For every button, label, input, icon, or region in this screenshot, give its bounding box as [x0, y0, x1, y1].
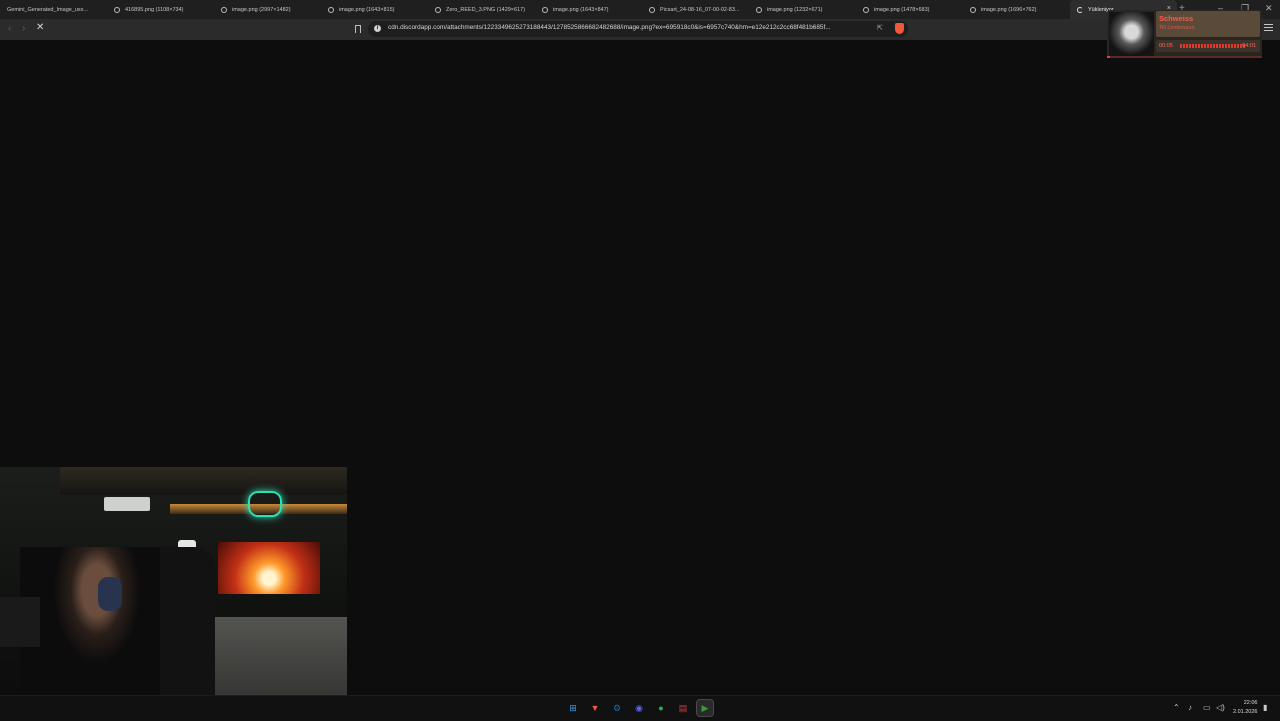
windows-start-icon[interactable]: ⊞ [565, 700, 581, 716]
site-info-icon[interactable]: i [374, 25, 381, 32]
elapsed-time: 00:05 [1159, 43, 1173, 49]
network-tray-icon[interactable]: ▭ [1203, 703, 1211, 712]
forward-button[interactable]: › [22, 23, 25, 34]
discord-icon[interactable]: ◉ [631, 700, 647, 716]
browser-toolbar: ‹ › ✕ i cdn.discordapp.com/attachments/1… [0, 19, 1280, 40]
bookmark-icon[interactable] [355, 25, 361, 33]
tab-title: image.png (1478×683) [874, 6, 930, 13]
browser-tab[interactable]: Gemini_Generated_Image_usx... [0, 0, 107, 19]
track-timeline[interactable]: 00:05 04:01 [1156, 40, 1260, 52]
globe-icon [649, 6, 655, 13]
globe-icon [970, 6, 976, 13]
track-title: Schweiss [1159, 14, 1194, 23]
tab-title: 416895.png (1108×734) [125, 6, 184, 13]
clock-date: 2.01.2026 [1233, 709, 1258, 715]
webcam-overlay [0, 467, 347, 720]
tab-title: image.png (1643×815) [339, 6, 395, 13]
browser-tab[interactable]: image.png (1643×815) [321, 0, 428, 19]
tab-title: image.png (1696×762) [981, 6, 1037, 13]
browser-tab[interactable]: Zero_REED_3.PNG (1429×617) [428, 0, 535, 19]
browser-tab[interactable]: image.png (1643×847) [535, 0, 642, 19]
close-window-button[interactable]: ✕ [1265, 3, 1273, 14]
browser-tab[interactable]: 416895.png (1108×734) [107, 0, 214, 19]
cam-neon-logo [248, 491, 282, 517]
stop-loading-button[interactable]: ✕ [36, 22, 44, 33]
globe-icon [756, 6, 762, 13]
address-bar[interactable]: i cdn.discordapp.com/attachments/1223349… [368, 21, 908, 37]
media-player-icon[interactable]: ▶ [696, 699, 714, 717]
tab-title: image.png (1643×847) [553, 6, 609, 13]
globe-icon [328, 6, 334, 13]
steam-icon[interactable]: ⚙ [609, 700, 625, 716]
playback-progress[interactable] [1107, 56, 1262, 58]
cam-room-ceiling [60, 467, 347, 495]
cam-headset [98, 577, 122, 611]
notification-icon[interactable]: ▮ [1263, 703, 1267, 712]
globe-icon [863, 6, 869, 13]
taskbar: ⊞ ▼ ⚙ ◉ ● ▤ ▶ ⌃ ♪ ▭ ◁) 22:06 2.01.2026 ▮ [0, 695, 1280, 721]
cam-microphone [0, 597, 40, 647]
system-clock[interactable]: 22:06 2.01.2026 [1233, 699, 1257, 717]
tab-title: Zero_REED_3.PNG (1429×617) [446, 6, 526, 13]
back-button[interactable]: ‹ [8, 23, 11, 34]
browser-tab[interactable]: image.png (1696×762) [963, 0, 1070, 19]
now-playing-widget[interactable]: Schweiss Till Lindemann 00:05 04:01 [1107, 10, 1262, 58]
browser-tab[interactable]: image.png (2997×1482) [214, 0, 321, 19]
tray-overflow-icon[interactable]: ⌃ [1173, 703, 1180, 712]
brave-browser-icon[interactable]: ▼ [587, 700, 603, 716]
brave-shields-icon[interactable] [895, 23, 904, 34]
volume-tray-icon[interactable]: ◁) [1216, 703, 1225, 712]
total-time: 04:01 [1242, 43, 1256, 49]
globe-icon [221, 6, 227, 13]
browser-tab[interactable]: Picsart_24-08-16_07-00-02-83... [642, 0, 749, 19]
tab-title: image.png (2997×1482) [232, 6, 291, 13]
tab-strip: Gemini_Generated_Image_usx... 416895.png… [0, 0, 1280, 19]
globe-icon [435, 6, 441, 13]
calendar-app-icon[interactable]: ▤ [675, 700, 691, 716]
clock-time: 22:06 [1243, 700, 1258, 706]
tab-title: image.png (1232×671) [767, 6, 823, 13]
share-icon[interactable]: ⇱ [877, 24, 883, 32]
track-artist: Till Lindemann [1159, 25, 1195, 31]
globe-icon [114, 6, 120, 13]
cam-tv-fireplace [218, 542, 320, 594]
tab-title: Picsart_24-08-16_07-00-02-83... [660, 6, 740, 13]
taskbar-apps: ⊞ ▼ ⚙ ◉ ● ▤ ▶ [565, 699, 714, 717]
cam-air-conditioner [104, 497, 150, 511]
album-art [1109, 12, 1154, 56]
microphone-tray-icon[interactable]: ♪ [1188, 703, 1192, 712]
loading-spinner-icon [1077, 6, 1083, 13]
url-text[interactable]: cdn.discordapp.com/attachments/122334962… [388, 24, 868, 31]
globe-icon [542, 6, 548, 13]
track-info: Schweiss Till Lindemann [1156, 11, 1260, 37]
browser-tab[interactable]: image.png (1232×671) [749, 0, 856, 19]
menu-icon[interactable] [1264, 24, 1273, 33]
waveform[interactable] [1180, 44, 1246, 48]
tab-title: Gemini_Generated_Image_usx... [7, 6, 89, 13]
playback-progress-fill [1107, 56, 1111, 58]
spotify-icon[interactable]: ● [653, 700, 669, 716]
browser-tab[interactable]: image.png (1478×683) [856, 0, 963, 19]
